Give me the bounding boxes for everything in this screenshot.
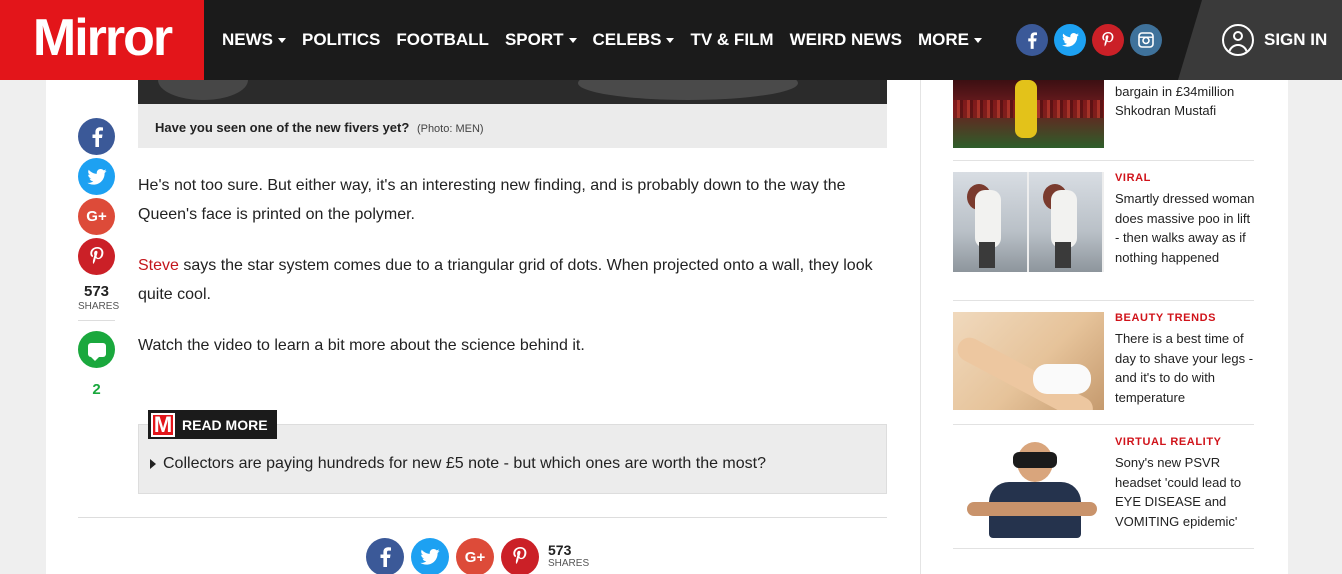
facebook-icon[interactable] — [1016, 24, 1048, 56]
nav-news[interactable]: NEWS — [222, 30, 286, 50]
pinterest-share-icon[interactable] — [78, 238, 115, 275]
read-more-tag: M READ MORE — [148, 410, 277, 439]
caret-down-icon — [278, 37, 286, 43]
nav-celebs[interactable]: CELEBS — [593, 30, 675, 50]
bottom-share-count: 573 SHARES — [548, 542, 589, 569]
article-paragraph: He's not too sure. But either way, it's … — [138, 177, 846, 223]
nav-tv-film[interactable]: TV & FILM — [690, 30, 773, 50]
caption-text: Have you seen one of the new fivers yet? — [155, 120, 410, 135]
user-icon — [1222, 24, 1254, 56]
mirror-logo[interactable]: Mirror — [0, 0, 204, 80]
article-body: He's not too sure. But either way, it's … — [138, 172, 887, 384]
twitter-icon[interactable] — [1054, 24, 1086, 56]
image-caption: Have you seen one of the new fivers yet?… — [138, 104, 887, 148]
story-title[interactable]: Sony's new PSVR headset 'could lead to E… — [1115, 453, 1255, 531]
story-thumbnail[interactable] — [953, 172, 1104, 272]
nav-label[interactable]: TV & FILM — [690, 30, 773, 50]
article-paragraph: Steve says the star system comes due to … — [138, 252, 887, 309]
story-title[interactable]: Smartly dressed woman does massive poo i… — [1115, 189, 1255, 267]
google-plus-share-icon[interactable]: G+ — [78, 198, 115, 235]
main-nav: NEWS POLITICS FOOTBALL SPORT CELEBS TV &… — [222, 0, 998, 80]
column-divider — [920, 80, 921, 574]
story-thumbnail[interactable] — [953, 312, 1104, 410]
content-divider — [78, 517, 887, 518]
comment-count[interactable]: 2 — [78, 381, 115, 398]
mirror-m-icon: M — [151, 412, 175, 437]
nav-label[interactable]: SPORT — [505, 30, 564, 50]
story-category[interactable]: BEAUTY TRENDS — [1115, 312, 1255, 324]
nav-sport[interactable]: SPORT — [505, 30, 577, 50]
share-count-label: SHARES — [548, 558, 590, 569]
top-navigation: Mirror NEWS POLITICS FOOTBALL SPORT CELE… — [0, 0, 1342, 80]
twitter-share-icon[interactable] — [411, 538, 449, 574]
sidebar-story[interactable]: BEAUTY TRENDS There is a best time of da… — [953, 312, 1254, 412]
story-divider — [953, 424, 1254, 425]
rail-divider — [78, 320, 115, 321]
nav-more[interactable]: MORE — [918, 30, 982, 50]
story-category[interactable]: VIRAL — [1115, 172, 1255, 184]
caption-credit: (Photo: MEN) — [416, 123, 484, 135]
facebook-share-icon[interactable] — [78, 118, 115, 155]
nav-label[interactable]: NEWS — [222, 30, 273, 50]
sidebar-story[interactable]: VIRTUAL REALITY Sony's new PSVR headset … — [953, 436, 1254, 540]
story-category[interactable]: VIRTUAL REALITY — [1115, 436, 1255, 448]
comments-icon[interactable] — [78, 331, 115, 368]
story-thumbnail[interactable] — [953, 80, 1104, 148]
nav-football[interactable]: FOOTBALL — [396, 30, 489, 50]
caret-down-icon — [568, 37, 577, 43]
nav-label[interactable]: MORE — [918, 30, 969, 50]
nav-label[interactable]: CELEBS — [593, 30, 662, 50]
nav-politics[interactable]: POLITICS — [302, 30, 380, 50]
share-count: 573 — [83, 283, 110, 300]
read-more-label: READ MORE — [182, 416, 268, 433]
nav-weird-news[interactable]: WEIRD NEWS — [790, 30, 902, 50]
bottom-share-bar: G+ 573 SHARES — [366, 538, 589, 574]
article-paragraph: Watch the video to learn a bit more abou… — [138, 337, 585, 354]
article-image — [138, 80, 887, 104]
sidebar-story[interactable]: VIRAL Smartly dressed woman does massive… — [953, 172, 1254, 290]
nav-label[interactable]: POLITICS — [302, 30, 380, 50]
read-more-link[interactable]: Collectors are paying hundreds for new £… — [150, 455, 766, 473]
sign-in-button[interactable]: SIGN IN — [1222, 24, 1327, 56]
twitter-share-icon[interactable] — [78, 158, 115, 195]
social-links — [1016, 24, 1168, 56]
caret-down-icon — [973, 37, 982, 43]
share-rail: G+ 573 SHARES 2 — [78, 118, 120, 398]
story-title[interactable]: There is a best time of day to shave you… — [1115, 329, 1255, 407]
sign-in-label[interactable]: SIGN IN — [1264, 30, 1327, 50]
story-divider — [953, 548, 1254, 549]
read-more-link-text[interactable]: Collectors are paying hundreds for new £… — [163, 455, 766, 473]
nav-label[interactable]: FOOTBALL — [396, 30, 489, 50]
nav-label[interactable]: WEIRD NEWS — [790, 30, 902, 50]
triangle-right-icon — [150, 459, 156, 469]
share-count-label: SHARES — [78, 301, 120, 312]
story-divider — [953, 160, 1254, 161]
facebook-share-icon[interactable] — [366, 538, 404, 574]
story-thumbnail[interactable] — [953, 436, 1104, 538]
pinterest-share-icon[interactable] — [501, 538, 539, 574]
paragraph-text: says the star system comes due to a tria… — [138, 257, 873, 303]
caret-down-icon — [666, 37, 675, 43]
steve-link[interactable]: Steve — [138, 257, 179, 274]
share-count: 573 — [548, 542, 572, 558]
instagram-icon[interactable] — [1130, 24, 1162, 56]
pinterest-icon[interactable] — [1092, 24, 1124, 56]
google-plus-share-icon[interactable]: G+ — [456, 538, 494, 574]
story-divider — [953, 300, 1254, 301]
